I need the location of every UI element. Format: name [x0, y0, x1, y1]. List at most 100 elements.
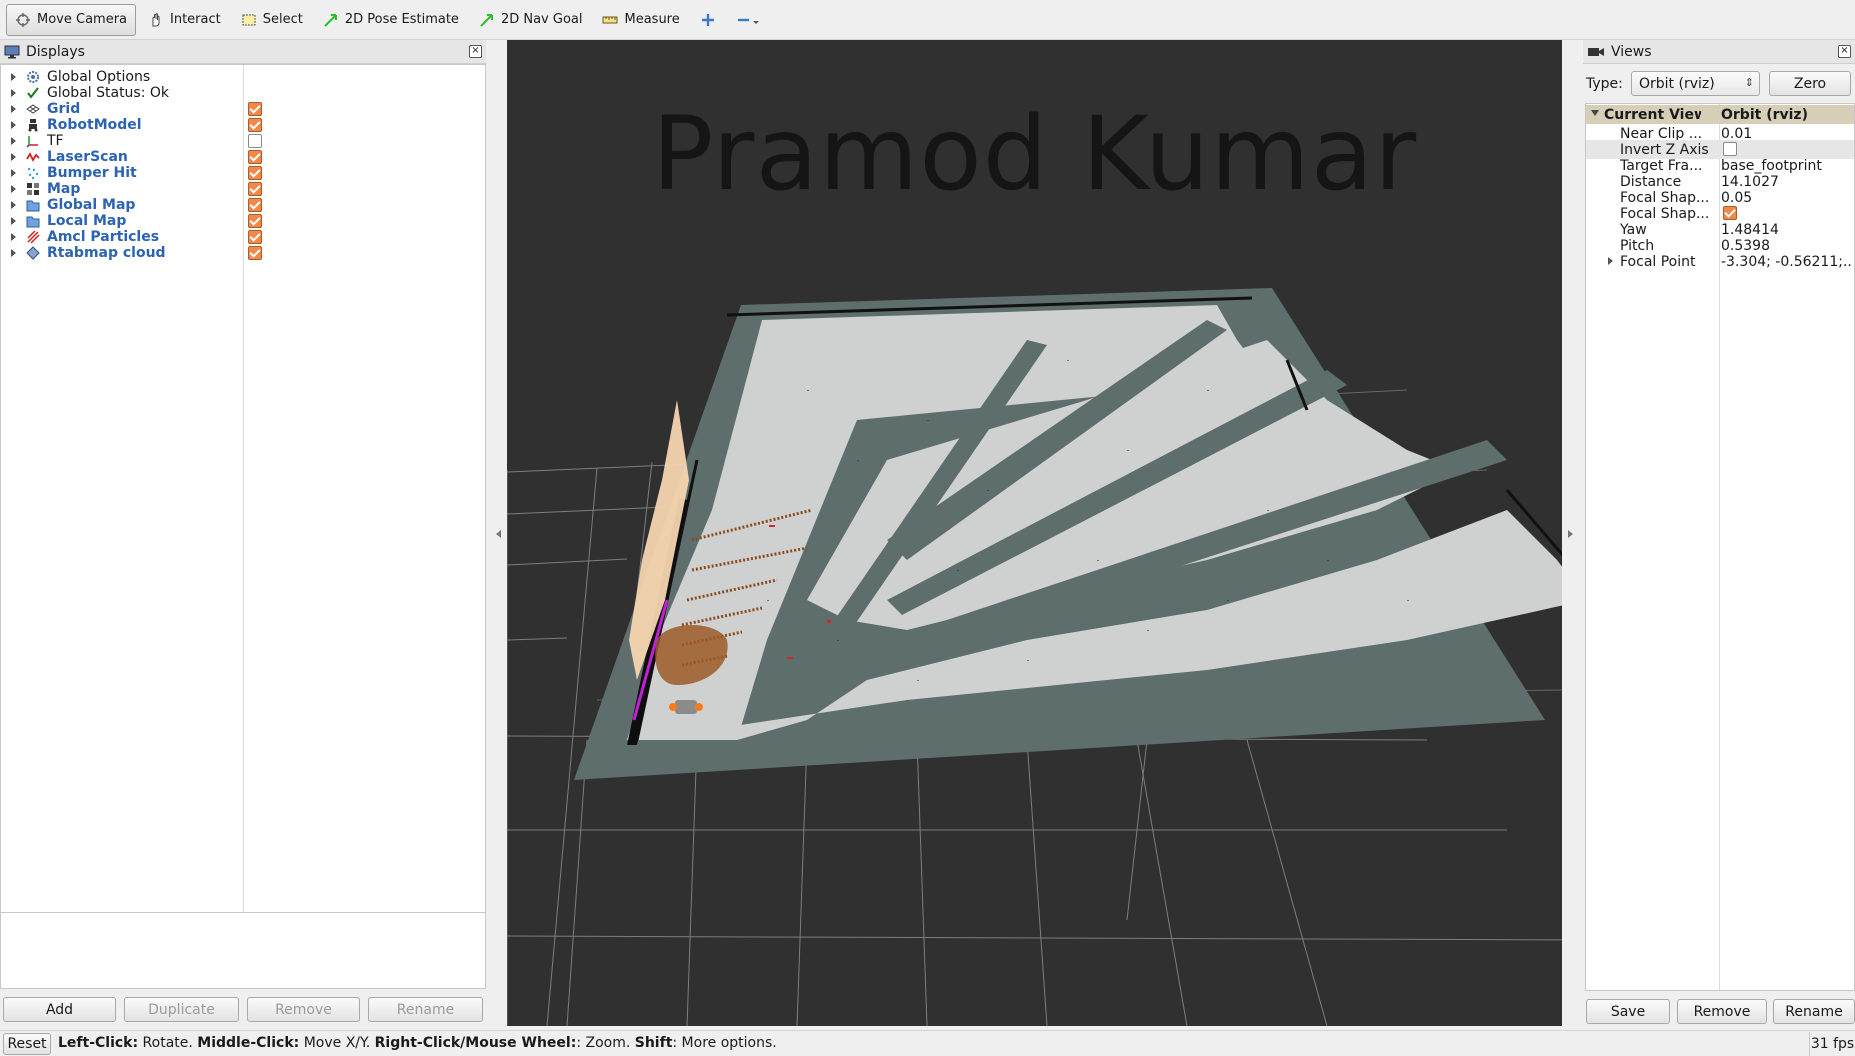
left-click-desc: Rotate.	[138, 1035, 198, 1051]
add-button[interactable]: Add	[3, 997, 116, 1022]
collapse-right-icon[interactable]	[1568, 530, 1573, 538]
type-row: Type: Orbit (rviz) Zero	[1583, 70, 1855, 98]
enable-checkbox[interactable]	[248, 166, 262, 180]
enable-checkbox[interactable]	[248, 118, 262, 132]
interact-tool[interactable]: Interact	[140, 4, 229, 36]
description-box	[0, 912, 486, 989]
overlay-text: Pramod Kumar	[651, 95, 1418, 214]
move-camera-tool[interactable]: Move Camera	[6, 3, 137, 36]
views-panel: Views × Type: Orbit (rviz) Zero Current …	[1583, 40, 1855, 1026]
green-arrow-icon	[480, 13, 493, 27]
cloud-icon	[25, 245, 41, 261]
current-view-label: Current View	[1604, 106, 1701, 123]
displays-header: Displays ×	[0, 40, 486, 64]
nav-goal-tool[interactable]: 2D Nav Goal	[471, 4, 591, 36]
remove-view-button[interactable]: Remove	[1677, 999, 1767, 1024]
expand-down-icon[interactable]	[1591, 110, 1599, 116]
close-icon[interactable]: ×	[469, 45, 482, 58]
displays-title: Displays	[26, 43, 85, 60]
expand-arrow-icon[interactable]	[11, 88, 16, 97]
select-tool[interactable]: Select	[233, 4, 311, 36]
property-value[interactable]: -3.304; -0.56211;...	[1721, 254, 1851, 270]
render-viewport[interactable]: Pramod Kumar	[507, 40, 1562, 1026]
close-icon[interactable]: ×	[1838, 45, 1851, 58]
expand-arrow-icon[interactable]	[11, 216, 16, 225]
displays-tree-box: Global Options Global Status: Ok Grid Robot…	[0, 64, 486, 947]
duplicate-button[interactable]: Duplicate	[124, 997, 239, 1022]
expand-arrow-icon[interactable]	[11, 248, 16, 257]
pose-estimate-tool[interactable]: 2D Pose Estimate	[315, 4, 467, 36]
enable-checkbox[interactable]	[248, 246, 262, 260]
measure-tool[interactable]: Measure	[594, 4, 687, 36]
views-properties: Current View Orbit (rviz) Near Clip ... 0…	[1585, 103, 1855, 991]
enable-checkbox[interactable]	[248, 102, 262, 116]
property-key: Focal Point	[1620, 253, 1696, 270]
expand-arrow-icon[interactable]	[11, 136, 16, 145]
enable-checkbox[interactable]	[248, 230, 262, 244]
interact-label: Interact	[170, 12, 221, 27]
hand-icon	[152, 12, 160, 26]
pose-estimate-label: 2D Pose Estimate	[344, 12, 459, 27]
expand-arrow-icon[interactable]	[11, 120, 16, 129]
display-item-rtabmap-cloud[interactable]: Rtabmap cloud	[1, 243, 485, 262]
view-type-select[interactable]: Orbit (rviz)	[1631, 71, 1760, 96]
expand-arrow-icon[interactable]	[11, 184, 16, 193]
remove-tool-dropdown[interactable]	[728, 4, 768, 36]
right-click-desc: : Zoom.	[576, 1035, 635, 1051]
save-view-button[interactable]: Save	[1586, 999, 1670, 1024]
current-view-value: Orbit (rviz)	[1721, 106, 1808, 123]
expand-arrow-icon[interactable]	[11, 152, 16, 161]
nav-goal-label: 2D Nav Goal	[500, 12, 583, 27]
fps-counter: 31 fps	[1809, 1032, 1855, 1056]
zero-button[interactable]: Zero	[1769, 71, 1851, 96]
select-icon	[242, 14, 256, 25]
toolbar: Move Camera Interact Select 2D Pose Esti…	[0, 0, 1855, 40]
select-label: Select	[262, 12, 303, 27]
expand-arrow-icon[interactable]	[1608, 257, 1613, 265]
expand-arrow-icon[interactable]	[11, 200, 16, 209]
property-checkbox[interactable]	[1723, 142, 1737, 156]
shift-key: Shift	[634, 1035, 673, 1051]
enable-checkbox[interactable]	[248, 198, 262, 212]
middle-click-desc: Move X/Y.	[299, 1035, 375, 1051]
enable-checkbox[interactable]	[248, 182, 262, 196]
measure-label: Measure	[624, 12, 680, 27]
ruler-icon	[602, 16, 618, 23]
view-type-value: Orbit (rviz)	[1639, 75, 1715, 92]
enable-checkbox[interactable]	[248, 150, 262, 164]
right-click-key: Right-Click/Mouse Wheel:	[374, 1035, 577, 1051]
displays-tree: Global Options Global Status: Ok Grid Robot…	[0, 64, 486, 947]
displays-panel: Displays × Global Options Global Status: …	[0, 40, 486, 947]
enable-checkbox[interactable]	[248, 214, 262, 228]
enable-checkbox[interactable]	[248, 134, 262, 148]
property-checkbox[interactable]	[1723, 206, 1737, 220]
expand-arrow-icon[interactable]	[11, 72, 16, 81]
move-camera-label: Move Camera	[37, 12, 128, 27]
rename-view-button[interactable]: Rename	[1773, 999, 1855, 1024]
middle-click-key: Middle-Click:	[197, 1035, 300, 1051]
type-label: Type:	[1586, 76, 1623, 92]
expand-arrow-icon[interactable]	[11, 168, 16, 177]
display-item-label: Rtabmap cloud	[47, 244, 166, 261]
status-bar: Reset Left-Click: Rotate. Middle-Click: …	[0, 1030, 1855, 1056]
view-property-row[interactable]: Focal Point -3.304; -0.56211;...	[1586, 252, 1854, 271]
collapse-left-icon[interactable]	[496, 530, 501, 538]
plus-icon	[701, 13, 714, 26]
move-camera-icon	[16, 12, 30, 27]
expand-arrow-icon[interactable]	[11, 232, 16, 241]
reset-button[interactable]: Reset	[3, 1033, 51, 1055]
remove-display-button[interactable]: Remove	[247, 997, 360, 1022]
rename-display-button[interactable]: Rename	[368, 997, 483, 1022]
left-click-key: Left-Click:	[58, 1035, 139, 1051]
add-tool-button[interactable]	[692, 4, 724, 36]
shift-desc: : More options.	[672, 1035, 777, 1051]
monitor-icon	[4, 45, 20, 58]
status-hint: Left-Click: Rotate. Middle-Click: Move X…	[58, 1035, 777, 1051]
minus-icon	[737, 18, 759, 24]
camera-icon	[1588, 47, 1604, 56]
views-header: Views ×	[1583, 40, 1855, 64]
green-arrow-icon	[324, 13, 337, 27]
views-title: Views	[1611, 43, 1652, 60]
current-view-row[interactable]: Current View Orbit (rviz)	[1586, 105, 1854, 124]
expand-arrow-icon[interactable]	[11, 104, 16, 113]
